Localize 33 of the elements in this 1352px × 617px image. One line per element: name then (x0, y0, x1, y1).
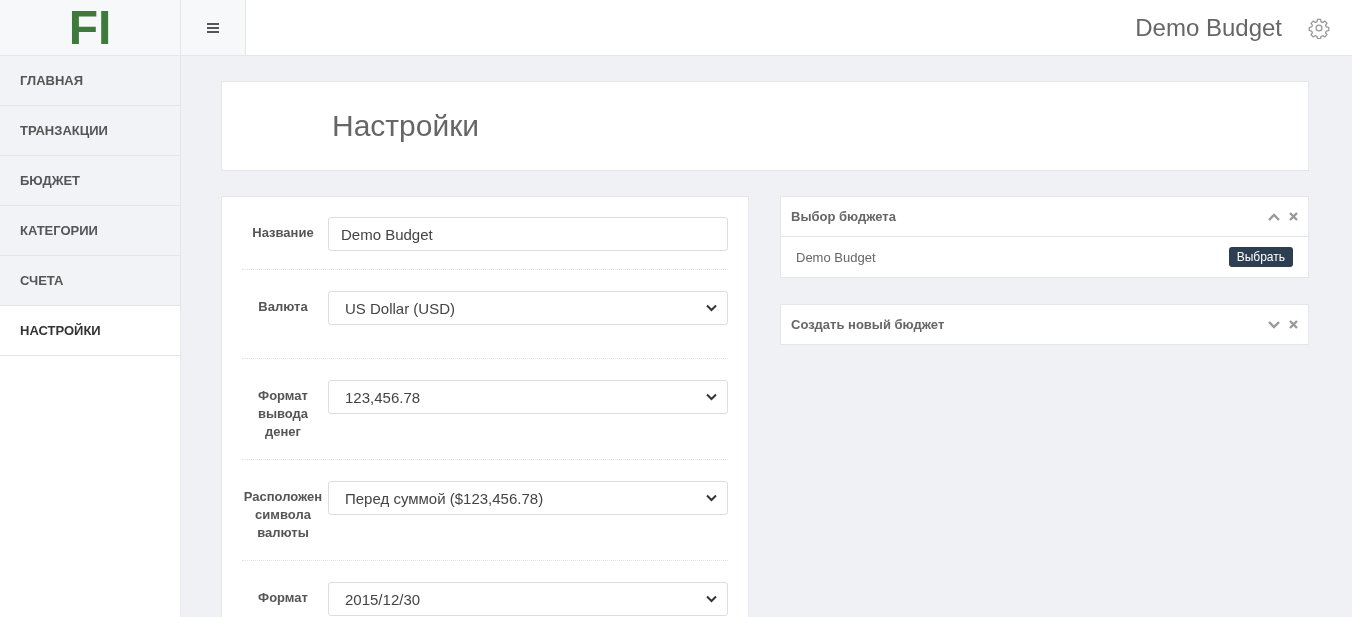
close-icon[interactable] (1289, 212, 1298, 221)
dropdown[interactable]: 2015/12/30 (328, 582, 728, 616)
dropdown[interactable]: US Dollar (USD) (328, 291, 728, 325)
field-label: Валюта (257, 298, 309, 316)
chevron-down-icon[interactable] (1268, 320, 1280, 329)
panel-title: Создать новый бюджет (791, 317, 946, 332)
field-label: Формат вывода денег (256, 387, 310, 441)
settings-icon[interactable] (1308, 16, 1330, 39)
logo: FI (68, 3, 112, 52)
input-field[interactable]: Demo Budget (328, 217, 728, 251)
sidebar-item[interactable]: ГЛАВНАЯ (0, 56, 180, 106)
budget-name: Demo Budget (1135, 13, 1282, 42)
field-label: Название (251, 224, 315, 242)
chevron-up-icon[interactable] (1268, 212, 1280, 221)
chevron-down-icon (706, 393, 717, 401)
menu-icon (207, 22, 219, 33)
chevron-down-icon (706, 494, 717, 502)
field-label: Расположен символа валюты (242, 488, 324, 542)
sidebar-item[interactable]: БЮДЖЕТ (0, 156, 180, 206)
field-label: Формат (257, 589, 309, 607)
menu-button[interactable] (181, 0, 246, 55)
panel-title: Выбор бюджета (791, 209, 897, 224)
dropdown[interactable]: Перед суммой ($123,456.78) (328, 481, 728, 515)
budget-item-name: Demo Budget (796, 249, 876, 265)
chevron-down-icon (706, 595, 717, 603)
close-icon[interactable] (1289, 320, 1298, 329)
select-button[interactable]: Выбрать (1228, 247, 1293, 267)
sidebar-item[interactable]: ТРАНЗАКЦИИ (0, 106, 180, 156)
dropdown[interactable]: 123,456.78 (328, 380, 728, 414)
sidebar-item[interactable]: КАТЕГОРИИ (0, 206, 180, 256)
page-title: Настройки (332, 109, 480, 143)
sidebar-item[interactable]: СЧЕТА (0, 256, 180, 306)
chevron-down-icon (706, 304, 717, 312)
